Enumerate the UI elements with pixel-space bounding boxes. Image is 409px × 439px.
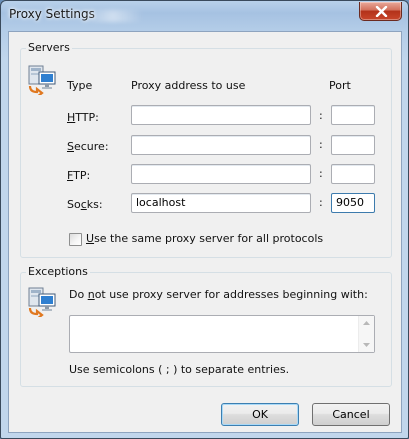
exceptions-group: Exceptions Do not use proxy server for a…: [20, 265, 392, 387]
close-button[interactable]: [359, 2, 402, 21]
socks-port-input[interactable]: 9050: [331, 193, 375, 213]
exceptions-instruction: Do not use proxy server for addresses be…: [69, 288, 368, 301]
title-glow: [83, 10, 143, 22]
same-proxy-label[interactable]: Use the same proxy server for all protoc…: [86, 232, 323, 245]
network-computer-icon: [28, 65, 56, 95]
close-icon: [375, 6, 388, 17]
proxy-settings-window: Proxy Settings Servers Type Proxy addres…: [0, 0, 409, 439]
exceptions-hint: Use semicolons ( ; ) to separate entries…: [69, 363, 290, 376]
secure-port-input[interactable]: [331, 135, 375, 155]
socks-address-input[interactable]: localhost: [131, 193, 311, 213]
ftp-label: FTP:: [67, 169, 91, 182]
secure-label: Secure:: [67, 140, 109, 153]
column-header-address: Proxy address to use: [131, 79, 246, 92]
http-colon: :: [319, 109, 323, 122]
same-proxy-checkbox[interactable]: [69, 233, 82, 246]
http-address-input[interactable]: [131, 105, 311, 125]
secure-address-input[interactable]: [131, 135, 311, 155]
ftp-colon: :: [319, 167, 323, 180]
dialog-client-area: Servers Type Proxy address to use Port H…: [8, 31, 402, 433]
cancel-button[interactable]: Cancel: [312, 403, 390, 426]
exceptions-scrollbar[interactable]: [358, 316, 374, 352]
servers-group: Servers Type Proxy address to use Port H…: [20, 41, 392, 258]
socks-label: Socks:: [67, 198, 103, 211]
column-header-port: Port: [329, 79, 351, 92]
ok-button[interactable]: OK: [221, 403, 299, 426]
scroll-down-icon[interactable]: [363, 343, 370, 347]
exceptions-legend: Exceptions: [26, 265, 90, 278]
scroll-up-icon[interactable]: [363, 321, 370, 325]
servers-legend: Servers: [26, 41, 72, 54]
socks-colon: :: [319, 196, 323, 209]
network-computer-icon: [28, 287, 56, 317]
http-label: HTTP:: [67, 111, 99, 124]
column-header-type: Type: [67, 79, 93, 92]
http-port-input[interactable]: [331, 105, 375, 125]
title-bar[interactable]: Proxy Settings: [1, 1, 408, 31]
secure-colon: :: [319, 138, 323, 151]
ftp-address-input[interactable]: [131, 164, 311, 184]
exceptions-textarea[interactable]: [69, 315, 375, 353]
ftp-port-input[interactable]: [331, 164, 375, 184]
